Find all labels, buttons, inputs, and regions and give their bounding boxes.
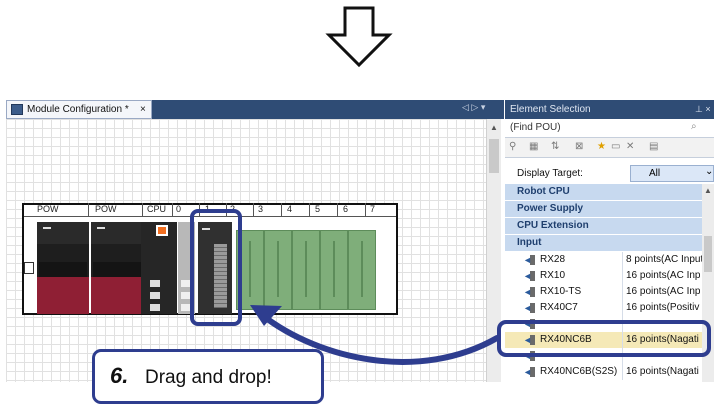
instruction-callout: 6. Drag and drop! [92,349,324,404]
step-text: Drag and drop! [145,367,272,388]
step-number: 6. [110,363,129,388]
